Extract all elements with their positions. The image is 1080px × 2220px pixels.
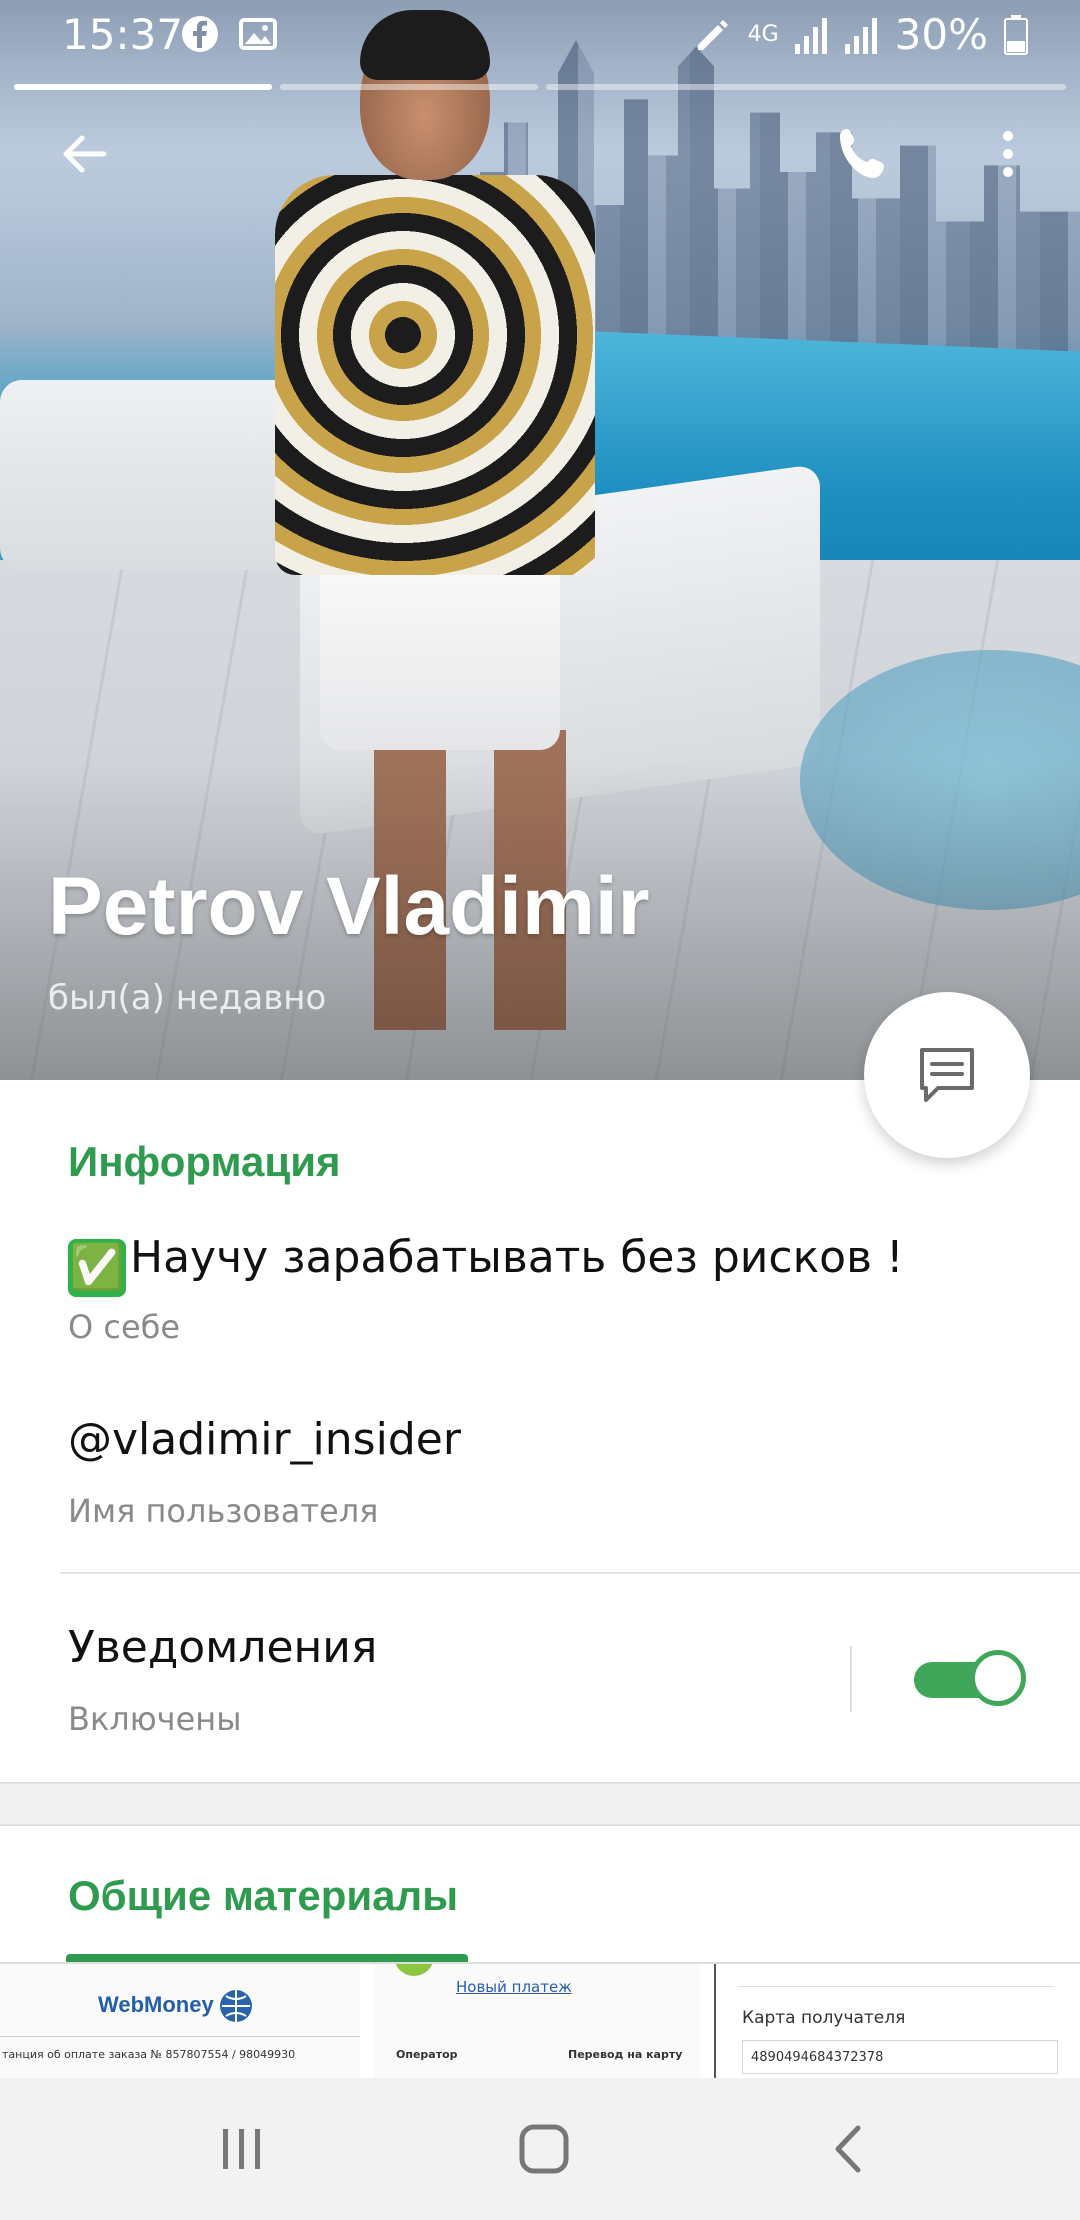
notifications-toggle[interactable] xyxy=(914,1650,1026,1710)
globe-icon xyxy=(220,1990,252,2022)
send-message-button[interactable] xyxy=(864,992,1030,1158)
back-nav-button[interactable] xyxy=(800,2104,896,2194)
shared-media-title: Общие материалы xyxy=(68,1872,459,1919)
card-recipient-label: Карта получателя xyxy=(742,2008,906,2028)
person-shirt xyxy=(275,175,595,575)
status-time: 15:37 xyxy=(62,10,184,59)
story-progress-1 xyxy=(14,84,272,90)
username-label: Имя пользователя xyxy=(68,1492,379,1530)
new-payment-link: Новый платеж xyxy=(456,1978,572,1996)
chevron-left-icon xyxy=(835,2125,861,2173)
status-right: 4G 30% xyxy=(692,10,1028,59)
home-icon xyxy=(519,2124,569,2174)
system-nav-bar xyxy=(0,2078,1080,2220)
gallery-icon xyxy=(238,14,278,54)
card-number-field: 4890494684372378 xyxy=(742,2040,1058,2074)
media-thumb[interactable]: Карта получателя 4890494684372378 xyxy=(714,1964,1080,2080)
arrow-left-icon xyxy=(63,135,107,173)
battery-icon xyxy=(1004,14,1028,55)
receipt-text: танция об оплате заказа № 857807554 / 98… xyxy=(2,2048,296,2061)
signal-icon xyxy=(844,17,877,54)
profile-name: Petrov Vladimir xyxy=(48,861,650,952)
status-bar: 15:37 4G 30% xyxy=(0,0,1080,72)
recent-apps-icon xyxy=(223,2129,260,2169)
info-section-title: Информация xyxy=(68,1138,341,1185)
back-button[interactable] xyxy=(42,112,126,196)
bio-text-row[interactable]: ✅ Научу зарабатывать без рисков ! xyxy=(68,1232,904,1297)
more-menu-button[interactable] xyxy=(966,112,1050,196)
call-button[interactable] xyxy=(822,112,906,196)
home-button[interactable] xyxy=(496,2104,592,2194)
bio-text: Научу зарабатывать без рисков ! xyxy=(130,1232,904,1283)
toggle-knob xyxy=(970,1650,1026,1706)
card-number: 4890494684372378 xyxy=(751,2050,884,2065)
divider xyxy=(850,1646,852,1712)
transfer-label: Перевод на карту xyxy=(568,2048,683,2061)
webmoney-logo: WebMoney xyxy=(98,1992,214,2017)
tab-indicator xyxy=(66,1954,468,1962)
story-progress-fill xyxy=(14,84,272,90)
recent-apps-button[interactable] xyxy=(194,2104,290,2194)
media-thumb[interactable]: WebMoney танция об оплате заказа № 85780… xyxy=(0,1964,360,2080)
network-type: 4G xyxy=(747,21,779,47)
section-separator xyxy=(0,1782,1080,1826)
story-progress-3 xyxy=(546,84,1066,90)
shared-media-strip: WebMoney танция об оплате заказа № 85780… xyxy=(0,1962,1080,2080)
bio-label: О себе xyxy=(68,1308,181,1346)
username-text[interactable]: @vladimir_insider xyxy=(68,1414,461,1465)
chat-icon xyxy=(920,1048,974,1102)
battery-percent: 30% xyxy=(894,10,988,59)
check-mark-icon: ✅ xyxy=(68,1239,126,1297)
phone-icon xyxy=(840,129,884,178)
more-vertical-icon xyxy=(1003,131,1013,177)
operator-label: Оператор xyxy=(396,2048,458,2061)
profile-last-seen: был(а) недавно xyxy=(48,978,327,1018)
signal-icon xyxy=(794,17,827,54)
story-progress-2 xyxy=(280,84,538,90)
edit-icon xyxy=(697,19,728,50)
person-shorts xyxy=(320,550,560,750)
notifications-state: Включены xyxy=(68,1700,242,1738)
facebook-icon xyxy=(180,14,220,54)
notifications-label[interactable]: Уведомления xyxy=(68,1622,377,1673)
media-thumb[interactable]: Новый платеж Оператор Перевод на карту xyxy=(374,1964,700,2080)
divider xyxy=(60,1572,1080,1574)
